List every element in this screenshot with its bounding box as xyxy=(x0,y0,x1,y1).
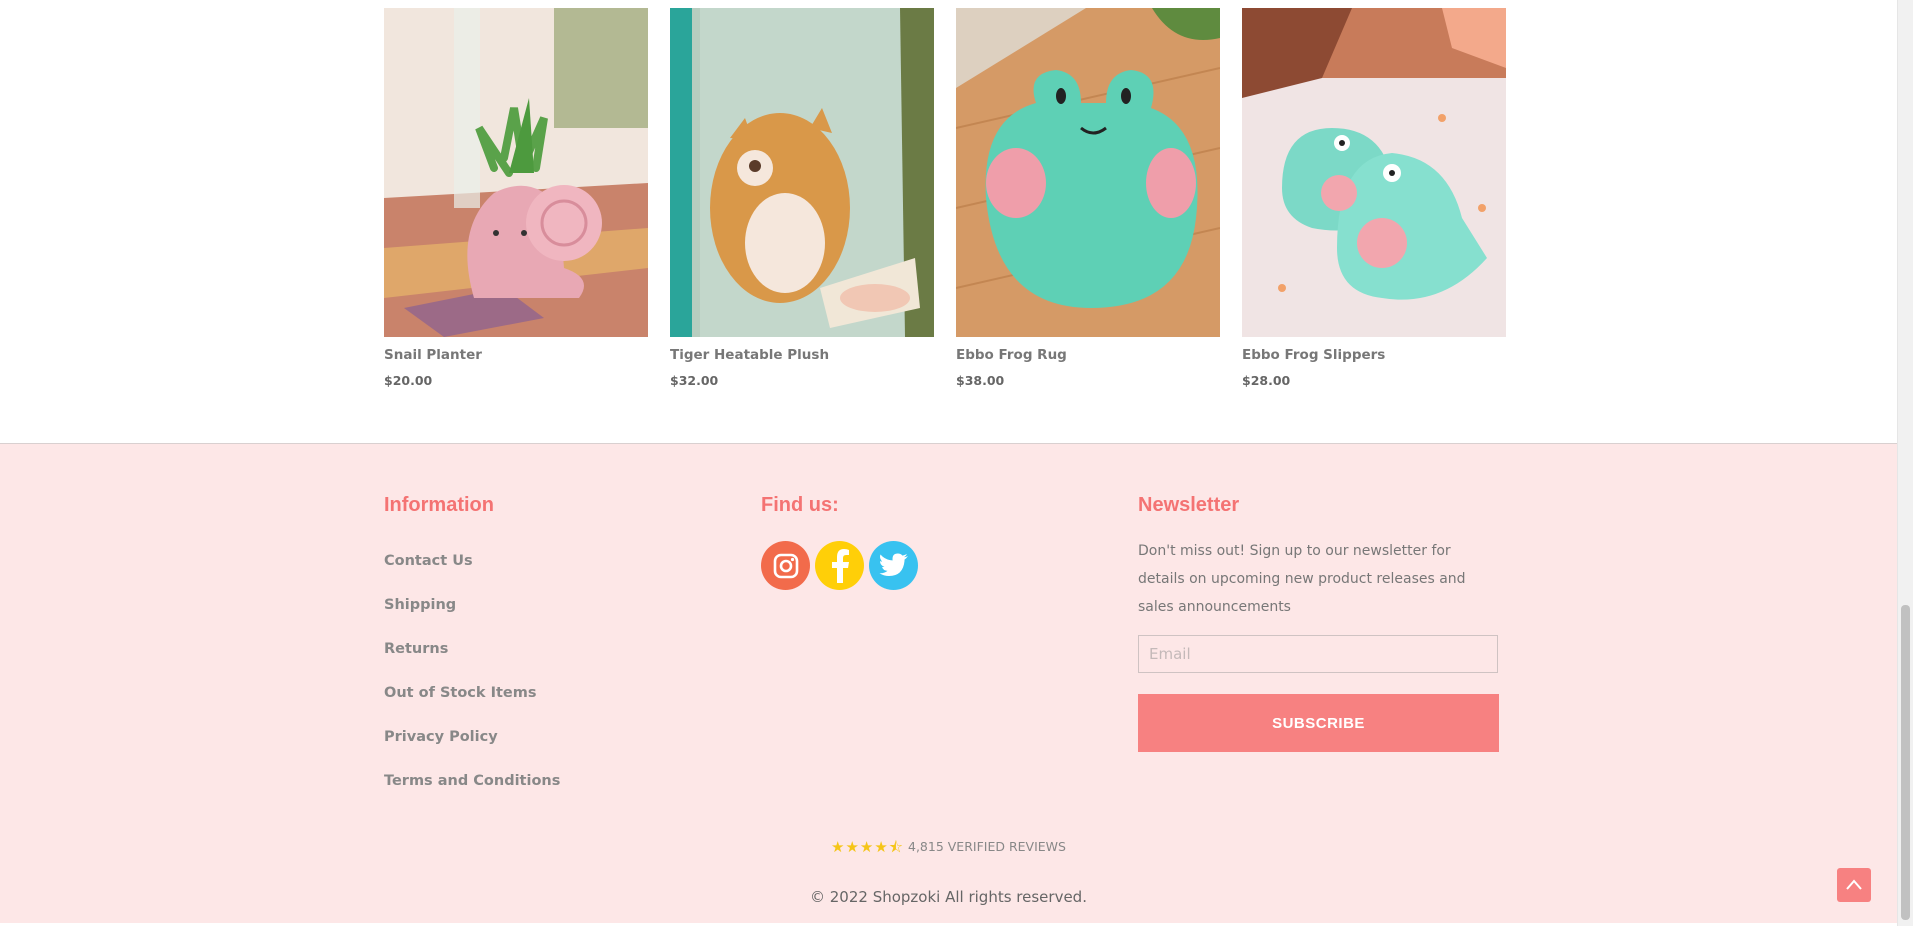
footer-link-contact-us[interactable]: Contact Us xyxy=(384,539,560,583)
product-card[interactable]: Ebbo Frog Rug $38.00 xyxy=(956,8,1220,388)
rating-stars-icon: ★★★★⯪ xyxy=(831,838,905,856)
twitter-icon[interactable] xyxy=(869,541,918,590)
product-image[interactable] xyxy=(384,8,648,337)
back-to-top-button[interactable] xyxy=(1837,868,1871,902)
product-image[interactable] xyxy=(956,8,1220,337)
product-grid: Snail Planter $20.00 Tiger Heatable Plus… xyxy=(384,8,1506,443)
product-card[interactable]: Ebbo Frog Slippers $28.00 xyxy=(1242,8,1506,388)
product-price: $32.00 xyxy=(670,373,719,388)
footer-link-terms[interactable]: Terms and Conditions xyxy=(384,759,560,803)
newsletter-title: Newsletter xyxy=(1138,494,1240,516)
scrollbar[interactable] xyxy=(1897,0,1913,926)
footer-link-shipping[interactable]: Shipping xyxy=(384,583,560,627)
information-links: Contact Us Shipping Returns Out of Stock… xyxy=(384,539,560,803)
facebook-icon[interactable] xyxy=(815,541,864,590)
instagram-icon[interactable] xyxy=(761,541,810,590)
product-card[interactable]: Tiger Heatable Plush $32.00 xyxy=(670,8,934,388)
copyright: © 2022 Shopzoki All rights reserved. xyxy=(810,888,1087,906)
product-name[interactable]: Ebbo Frog Rug xyxy=(956,347,1220,363)
footer-link-returns[interactable]: Returns xyxy=(384,627,560,671)
product-price: $20.00 xyxy=(384,373,433,388)
reviews-summary[interactable]: ★★★★⯪ 4,815 VERIFIED REVIEWS xyxy=(0,837,1897,862)
newsletter-column: Newsletter Don't miss out! Sign up to ou… xyxy=(1138,494,1500,752)
information-column: Information Contact Us Shipping Returns … xyxy=(384,494,560,803)
scrollbar-thumb[interactable] xyxy=(1901,605,1910,920)
product-name[interactable]: Snail Planter xyxy=(384,347,648,363)
reviews-count: 4,815 VERIFIED REVIEWS xyxy=(908,839,1066,854)
subscribe-button[interactable]: SUBSCRIBE xyxy=(1138,694,1499,752)
newsletter-text: Don't miss out! Sign up to our newslette… xyxy=(1138,543,1466,615)
product-image[interactable] xyxy=(670,8,934,337)
find-us-title: Find us: xyxy=(761,494,839,516)
product-price: $38.00 xyxy=(956,373,1005,388)
chevron-up-icon xyxy=(1846,879,1862,890)
footer: Information Contact Us Shipping Returns … xyxy=(0,443,1897,923)
find-us-column: Find us: xyxy=(761,494,918,590)
footer-link-out-of-stock[interactable]: Out of Stock Items xyxy=(384,671,560,715)
email-input[interactable] xyxy=(1138,635,1498,673)
product-name[interactable]: Ebbo Frog Slippers xyxy=(1242,347,1506,363)
information-title: Information xyxy=(384,494,494,516)
product-price: $28.00 xyxy=(1242,373,1291,388)
social-links xyxy=(761,541,918,590)
product-name[interactable]: Tiger Heatable Plush xyxy=(670,347,934,363)
product-image[interactable] xyxy=(1242,8,1506,337)
product-card[interactable]: Snail Planter $20.00 xyxy=(384,8,648,388)
page: Snail Planter $20.00 Tiger Heatable Plus… xyxy=(0,0,1913,926)
footer-link-privacy-policy[interactable]: Privacy Policy xyxy=(384,715,560,759)
